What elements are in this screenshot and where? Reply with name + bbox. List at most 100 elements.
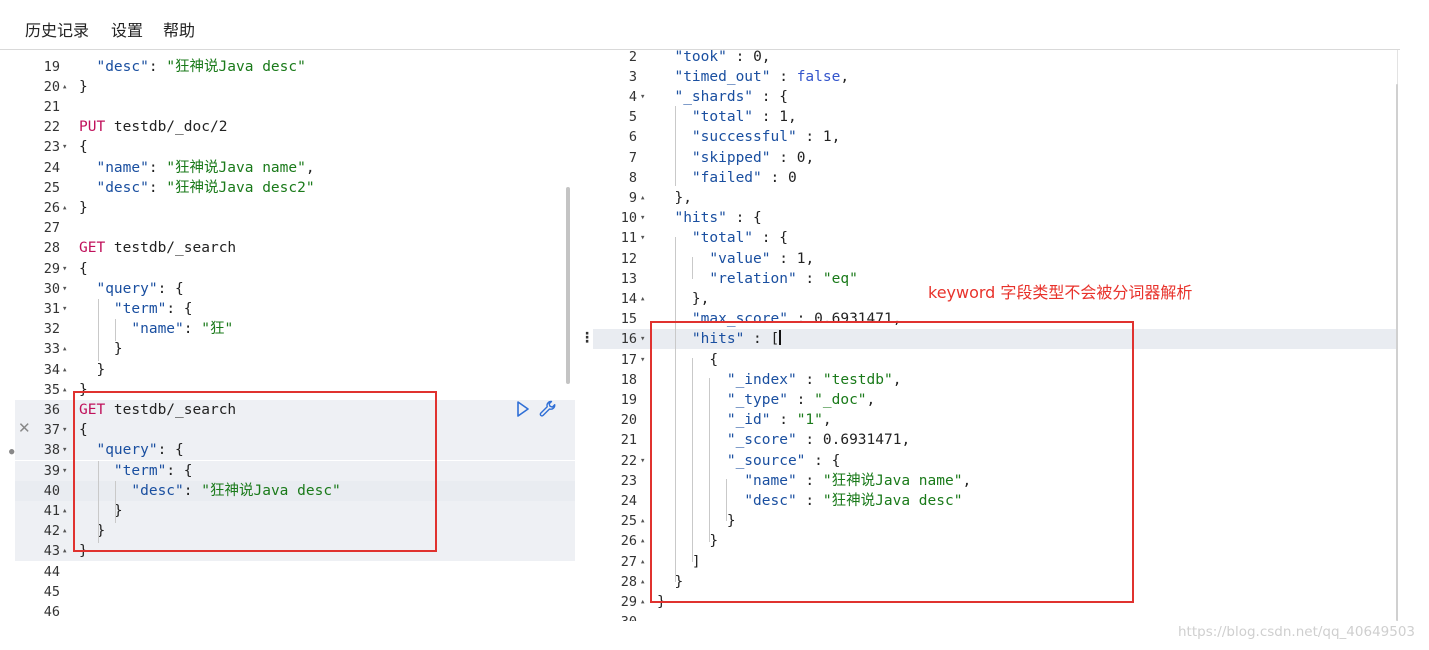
pane-resize-handle-icon[interactable]: ⋮ bbox=[580, 330, 594, 346]
line-number: 9 bbox=[628, 189, 637, 206]
line-number: 5 bbox=[628, 109, 637, 126]
indent-guide bbox=[98, 299, 99, 361]
wrench-icon[interactable] bbox=[538, 399, 558, 419]
line-number: 12 bbox=[620, 250, 637, 267]
fold-close-icon[interactable]: ▴ bbox=[62, 501, 67, 521]
line-number: 17 bbox=[620, 351, 637, 368]
menu-settings[interactable]: 设置 bbox=[111, 17, 143, 41]
fold-close-icon[interactable]: ▴ bbox=[62, 77, 67, 97]
fold-open-icon[interactable]: ▾ bbox=[62, 299, 67, 319]
request-editor-scrollbar[interactable] bbox=[566, 187, 570, 384]
fold-close-icon[interactable]: ▴ bbox=[62, 541, 67, 561]
code-token: "term" bbox=[113, 300, 167, 317]
line-number: 22 bbox=[620, 452, 637, 469]
fold-open-icon[interactable]: ▾ bbox=[62, 137, 67, 157]
code-token: } bbox=[79, 78, 88, 95]
code-token: "total" bbox=[691, 109, 754, 126]
close-icon[interactable]: ✕ bbox=[18, 419, 31, 437]
code-line: 33 ▴ } bbox=[15, 339, 575, 359]
fold-open-icon[interactable]: ▾ bbox=[62, 461, 67, 481]
line-number: 24 bbox=[43, 159, 60, 176]
code-line: 28 GET testdb/_search bbox=[15, 238, 575, 258]
code-token: : bbox=[183, 321, 202, 338]
line-number: 21 bbox=[620, 432, 637, 449]
fold-open-icon[interactable]: ▾ bbox=[640, 228, 645, 248]
line-number: 8 bbox=[628, 169, 637, 186]
line-number: 7 bbox=[628, 149, 637, 166]
fold-close-icon[interactable]: ▴ bbox=[62, 198, 67, 218]
fold-close-icon[interactable]: ▴ bbox=[640, 531, 645, 551]
fold-open-icon[interactable]: ▾ bbox=[62, 420, 67, 440]
indent-guide bbox=[692, 257, 693, 279]
fold-open-icon[interactable]: ▾ bbox=[62, 440, 67, 460]
fold-open-icon[interactable]: ▾ bbox=[62, 279, 67, 299]
line-number: 29 bbox=[620, 593, 637, 610]
code-line: 25 "desc": "狂神说Java desc2" bbox=[15, 178, 575, 198]
fold-open-icon[interactable]: ▾ bbox=[640, 329, 645, 349]
code-token: "relation" bbox=[709, 270, 797, 287]
code-token: : bbox=[726, 50, 754, 65]
fold-close-icon[interactable]: ▴ bbox=[62, 360, 67, 380]
code-text: "took" : 0, bbox=[657, 50, 770, 67]
code-token: : bbox=[148, 179, 167, 196]
fold-close-icon[interactable]: ▴ bbox=[640, 188, 645, 208]
line-number: 33 bbox=[43, 341, 60, 358]
line-number: 34 bbox=[43, 361, 60, 378]
line-number: 25 bbox=[620, 513, 637, 530]
fold-close-icon[interactable]: ▴ bbox=[640, 552, 645, 572]
fold-open-icon[interactable]: ▾ bbox=[640, 208, 645, 228]
code-token: } bbox=[79, 199, 88, 216]
fold-close-icon[interactable]: ▴ bbox=[62, 380, 67, 400]
code-line: 30 ▾ "query": { bbox=[15, 279, 575, 299]
code-token: 0 bbox=[753, 50, 762, 65]
code-line: 8 "failed" : 0 bbox=[593, 168, 1397, 188]
code-token: 1 bbox=[779, 109, 788, 126]
code-line: 45 bbox=[15, 582, 575, 602]
line-number: 36 bbox=[43, 401, 60, 418]
fold-close-icon[interactable]: ▴ bbox=[640, 572, 645, 592]
fold-close-icon[interactable]: ▴ bbox=[640, 289, 645, 309]
line-number: 25 bbox=[43, 179, 60, 196]
code-token: "狂" bbox=[201, 321, 234, 338]
line-number: 16 bbox=[620, 331, 637, 348]
code-text: }, bbox=[657, 289, 709, 309]
line-number: 44 bbox=[43, 563, 60, 580]
menu-help[interactable]: 帮助 bbox=[163, 17, 195, 41]
fold-close-icon[interactable]: ▴ bbox=[640, 511, 645, 531]
code-line: 11 ▾ "total" : { bbox=[593, 228, 1397, 248]
code-token: : bbox=[770, 68, 797, 85]
line-number: 2 bbox=[628, 50, 637, 65]
fold-close-icon[interactable]: ▴ bbox=[62, 521, 67, 541]
code-text: "failed" : 0 bbox=[657, 168, 797, 188]
menu-history[interactable]: 历史记录 bbox=[25, 17, 89, 41]
code-text: "query": { bbox=[79, 279, 183, 299]
code-token: : bbox=[770, 149, 797, 166]
code-token: "狂神说Java desc2" bbox=[166, 179, 315, 196]
code-token: GET bbox=[79, 240, 106, 257]
fold-open-icon[interactable]: ▾ bbox=[640, 350, 645, 370]
run-request-icon[interactable] bbox=[516, 401, 530, 417]
fold-close-icon[interactable]: ▴ bbox=[62, 339, 67, 359]
code-text: "timed_out" : false, bbox=[657, 67, 849, 87]
code-text: "hits" : { bbox=[657, 208, 761, 228]
fold-open-icon[interactable]: ▾ bbox=[640, 451, 645, 471]
code-token: } bbox=[79, 361, 106, 378]
code-text: "term": { bbox=[79, 299, 193, 319]
code-token: { bbox=[79, 260, 88, 277]
code-token: : bbox=[796, 270, 823, 287]
line-number: 24 bbox=[620, 492, 637, 509]
code-text: "skipped" : 0, bbox=[657, 148, 814, 168]
fold-close-icon[interactable]: ▴ bbox=[640, 592, 645, 612]
code-token: "狂神说Java name" bbox=[166, 159, 306, 176]
line-number: 20 bbox=[620, 412, 637, 429]
code-text: "desc": "狂神说Java desc" bbox=[79, 57, 305, 77]
response-viewer-scrollbar[interactable] bbox=[1396, 84, 1398, 621]
fold-open-icon[interactable]: ▾ bbox=[62, 259, 67, 279]
line-number: 46 bbox=[43, 603, 60, 620]
code-line: 34 ▴ } bbox=[15, 360, 575, 380]
fold-open-icon[interactable]: ▾ bbox=[640, 87, 645, 107]
